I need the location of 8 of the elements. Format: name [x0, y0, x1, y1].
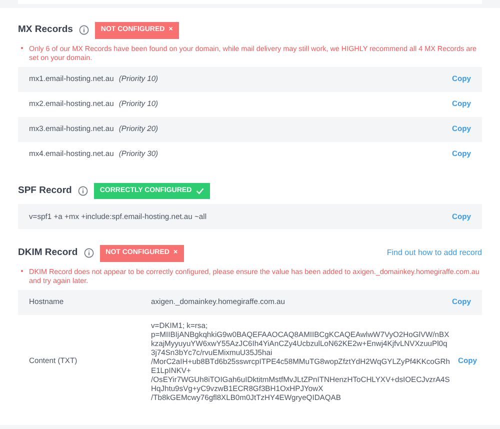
help-link[interactable]: Find out how to add record [386, 247, 482, 260]
section-title: MX Records [18, 23, 73, 38]
info-icon[interactable] [84, 248, 94, 258]
check-icon [196, 186, 204, 195]
info-icon[interactable] [78, 25, 89, 36]
section-title: DKIM Record [18, 246, 78, 260]
info-icon[interactable] [78, 186, 88, 196]
section-title: SPF Record [18, 184, 72, 198]
